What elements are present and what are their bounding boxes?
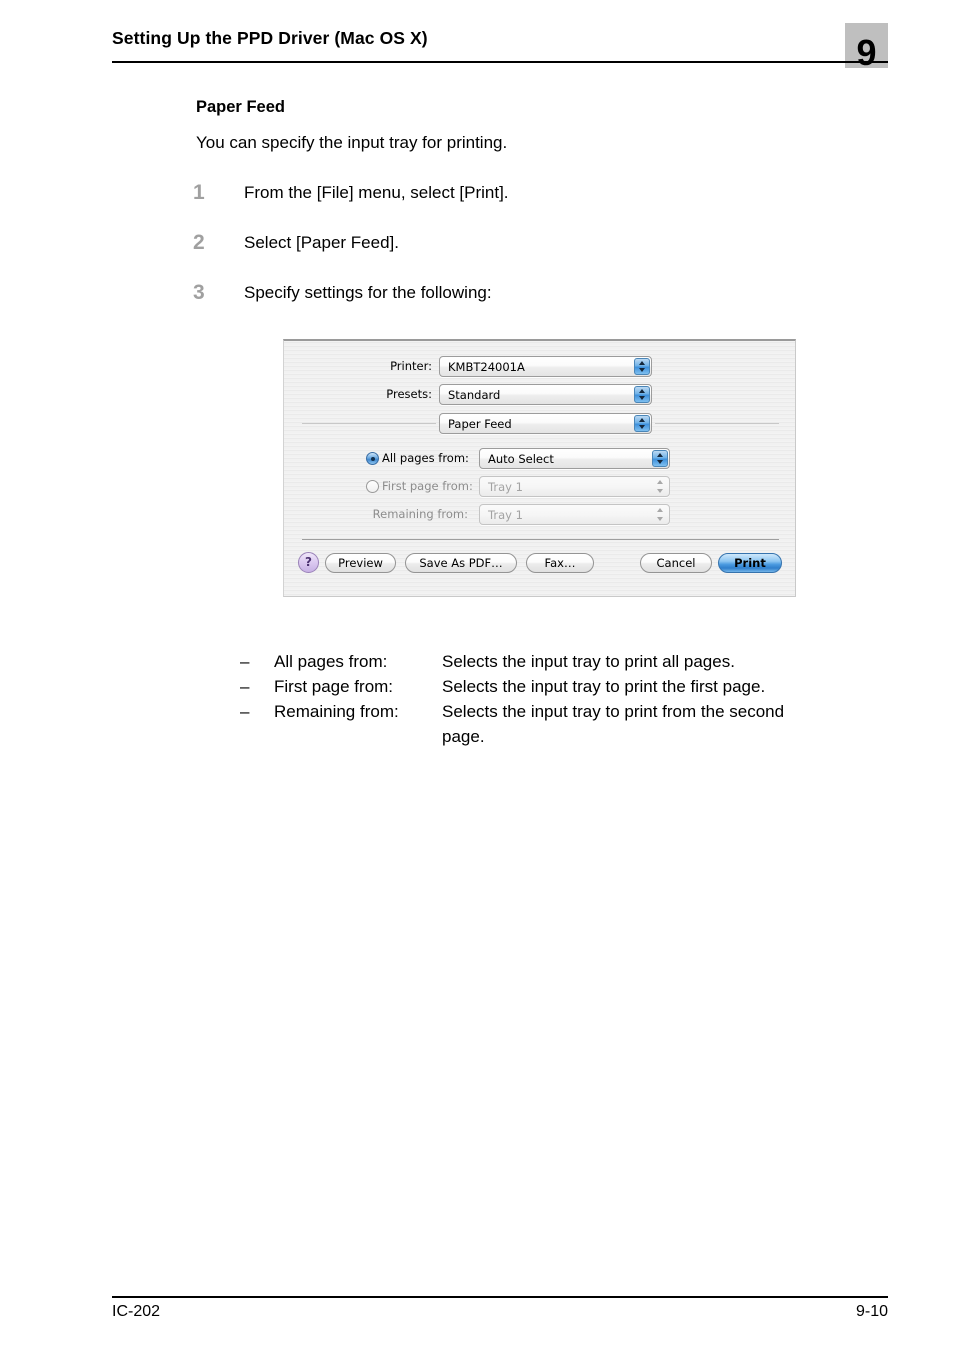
header-divider: [112, 61, 888, 63]
fax-button[interactable]: Fax…: [526, 553, 594, 573]
definition-item: – Remaining from: Selects the input tray…: [240, 702, 920, 727]
definition-term: All pages from:: [274, 652, 388, 671]
step-number: 1: [193, 181, 205, 204]
procedure-step-3: 3 Specify settings for the following:: [193, 281, 893, 313]
step-text: From the [File] menu, select [Print].: [244, 183, 509, 202]
section-heading: Paper Feed: [196, 98, 285, 116]
first-page-tray-value: Tray 1: [488, 480, 523, 494]
definition-term: First page from:: [274, 677, 394, 696]
help-button[interactable]: ?: [298, 552, 319, 573]
presets-row: Presets: Standard: [284, 384, 797, 406]
all-pages-tray-popup-menu[interactable]: Auto Select: [479, 448, 670, 469]
footer-divider: [112, 1296, 888, 1298]
chevron-updown-icon: [652, 506, 668, 523]
chevron-updown-icon: [652, 450, 668, 467]
presets-value: Standard: [448, 388, 501, 402]
dash-bullet: –: [240, 677, 250, 696]
page-header: Setting Up the PPD Driver (Mac OS X) 9: [112, 23, 888, 73]
step-text: Select [Paper Feed].: [244, 233, 399, 252]
chevron-updown-icon: [652, 478, 668, 495]
step-number: 3: [193, 281, 205, 304]
definition-item: – First page from: Selects the input tra…: [240, 677, 920, 702]
pane-selector-row: Paper Feed: [284, 413, 797, 435]
printer-value: KMBT24001A: [448, 360, 525, 374]
definition-description-continuation: page.: [442, 727, 485, 746]
radio-all-pages-from[interactable]: [366, 452, 379, 465]
all-pages-from-label: All pages from:: [382, 451, 469, 465]
printer-popup-menu[interactable]: KMBT24001A: [439, 356, 652, 377]
remaining-tray-value: Tray 1: [488, 508, 523, 522]
definition-list: – All pages from: Selects the input tray…: [240, 652, 920, 727]
definition-term: Remaining from:: [274, 702, 399, 721]
dialog-button-bar: ? Preview Save As PDF… Fax… Cancel Print: [284, 552, 797, 583]
procedure-step-1: 1 From the [File] menu, select [Print].: [193, 181, 893, 213]
presets-popup-menu[interactable]: Standard: [439, 384, 652, 405]
footer-document-id: IC-202: [112, 1303, 161, 1320]
printer-label: Printer:: [390, 359, 432, 373]
section-intro-text: You can specify the input tray for print…: [196, 133, 508, 152]
dash-bullet: –: [240, 652, 250, 671]
first-page-from-label: First page from:: [382, 479, 473, 493]
procedure-step-2: 2 Select [Paper Feed].: [193, 231, 893, 263]
dash-bullet: –: [240, 702, 250, 721]
chevron-updown-icon: [634, 415, 650, 432]
divider-right: [655, 423, 779, 424]
printer-row: Printer: KMBT24001A: [284, 356, 797, 378]
print-button[interactable]: Print: [718, 553, 782, 573]
definition-description: Selects the input tray to print the firs…: [442, 677, 766, 696]
all-pages-tray-value: Auto Select: [488, 452, 554, 466]
dialog-divider: [302, 539, 779, 540]
print-dialog: Printer: KMBT24001A Presets: Standard Pa…: [283, 339, 796, 597]
first-page-from-row: First page from: Tray 1: [284, 476, 797, 498]
cancel-button[interactable]: Cancel: [640, 553, 712, 573]
all-pages-from-row: All pages from: Auto Select: [284, 448, 797, 470]
presets-label: Presets:: [386, 387, 432, 401]
save-as-pdf-button[interactable]: Save As PDF…: [405, 553, 517, 573]
page-title: Setting Up the PPD Driver (Mac OS X): [112, 28, 428, 48]
chevron-updown-icon: [634, 386, 650, 403]
preview-button[interactable]: Preview: [325, 553, 396, 573]
step-text: Specify settings for the following:: [244, 283, 492, 302]
remaining-tray-popup-menu[interactable]: Tray 1: [479, 504, 670, 525]
step-number: 2: [193, 231, 205, 254]
first-page-tray-popup-menu[interactable]: Tray 1: [479, 476, 670, 497]
remaining-from-row: Remaining from: Tray 1: [284, 504, 797, 526]
pane-value: Paper Feed: [448, 417, 512, 431]
divider-left: [302, 423, 436, 424]
definition-item: – All pages from: Selects the input tray…: [240, 652, 920, 677]
chevron-updown-icon: [634, 358, 650, 375]
definition-description: Selects the input tray to print from the…: [442, 702, 785, 721]
footer-page-number: 9-10: [855, 1303, 888, 1320]
chapter-number: 9: [856, 32, 877, 73]
radio-first-page-from[interactable]: [366, 480, 379, 493]
pane-popup-menu[interactable]: Paper Feed: [439, 413, 652, 434]
remaining-from-label: Remaining from:: [372, 507, 468, 521]
definition-description: Selects the input tray to print all page…: [442, 652, 735, 671]
